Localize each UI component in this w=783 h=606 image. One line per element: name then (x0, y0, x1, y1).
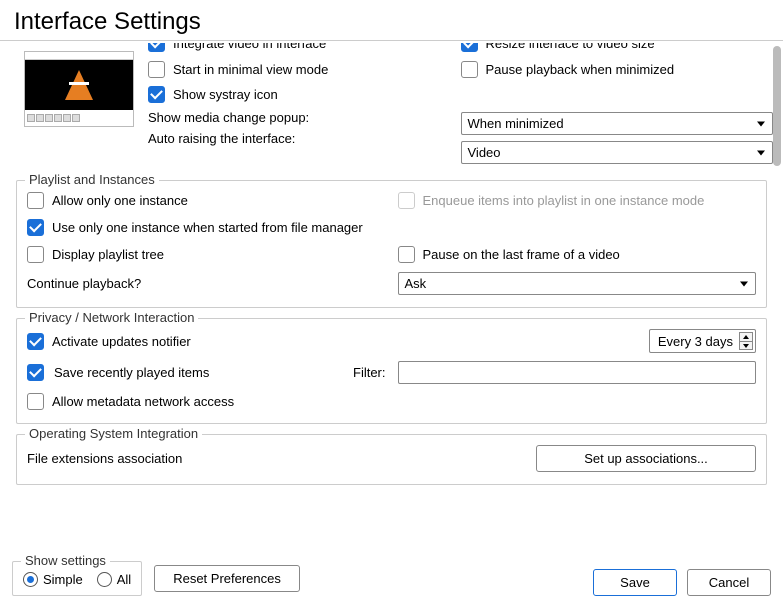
spinner-up-icon[interactable] (739, 332, 753, 341)
pause-last-frame-checkbox[interactable] (398, 246, 415, 263)
enqueue-label: Enqueue items into playlist in one insta… (423, 193, 705, 208)
auto-raise-label: Auto raising the interface: (148, 131, 402, 146)
privacy-group: Privacy / Network Interaction Activate u… (16, 318, 767, 424)
metadata-access-label: Allow metadata network access (52, 394, 234, 409)
spinner-down-icon[interactable] (739, 341, 753, 350)
updates-notifier-label: Activate updates notifier (52, 334, 191, 349)
show-settings-group: Show settings Simple All (12, 561, 142, 596)
pause-minimized-checkbox[interactable] (461, 61, 478, 78)
one-instance-checkbox[interactable] (27, 192, 44, 209)
save-recent-checkbox[interactable] (27, 364, 44, 381)
show-systray-checkbox[interactable] (148, 86, 165, 103)
page-title: Interface Settings (0, 0, 783, 41)
updates-interval-value: Every 3 days (658, 334, 733, 349)
integrate-video-label: Integrate video in interface (173, 43, 326, 51)
show-settings-title: Show settings (21, 553, 110, 568)
save-recent-label: Save recently played items (54, 365, 209, 380)
interface-preview-thumbnail (24, 51, 134, 127)
filter-input[interactable] (398, 361, 757, 384)
media-popup-label: Show media change popup: (148, 110, 402, 125)
file-extensions-label: File extensions association (27, 451, 182, 466)
playlist-tree-label: Display playlist tree (52, 247, 164, 262)
playlist-tree-checkbox[interactable] (27, 246, 44, 263)
show-settings-simple-radio[interactable] (23, 572, 38, 587)
media-popup-select[interactable]: When minimized (461, 112, 774, 135)
metadata-access-checkbox[interactable] (27, 393, 44, 410)
show-settings-all-label: All (117, 572, 131, 587)
resize-interface-checkbox[interactable] (461, 43, 478, 52)
enqueue-checkbox (398, 192, 415, 209)
os-integration-group-title: Operating System Integration (25, 426, 202, 441)
setup-associations-button[interactable]: Set up associations... (536, 445, 756, 472)
privacy-group-title: Privacy / Network Interaction (25, 310, 198, 325)
continue-playback-label: Continue playback? (27, 276, 386, 291)
filter-label: Filter: (353, 365, 386, 380)
start-minimal-checkbox[interactable] (148, 61, 165, 78)
integrate-video-checkbox[interactable] (148, 43, 165, 52)
start-minimal-label: Start in minimal view mode (173, 62, 328, 77)
show-settings-all-radio[interactable] (97, 572, 112, 587)
updates-notifier-checkbox[interactable] (27, 333, 44, 350)
playlist-group: Playlist and Instances Allow only one in… (16, 180, 767, 308)
updates-interval-spinner[interactable]: Every 3 days (649, 329, 756, 353)
pause-last-frame-label: Pause on the last frame of a video (423, 247, 620, 262)
os-integration-group: Operating System Integration File extens… (16, 434, 767, 485)
vlc-cone-icon (65, 70, 93, 100)
reset-preferences-button[interactable]: Reset Preferences (154, 565, 300, 592)
one-instance-fm-checkbox[interactable] (27, 219, 44, 236)
show-settings-simple-label: Simple (43, 572, 83, 587)
save-button[interactable]: Save (593, 569, 677, 596)
auto-raise-select[interactable]: Video (461, 141, 774, 164)
scrollbar[interactable] (773, 46, 781, 166)
playlist-group-title: Playlist and Instances (25, 172, 159, 187)
resize-interface-label: Resize interface to video size (486, 43, 655, 51)
show-systray-label: Show systray icon (173, 87, 278, 102)
continue-playback-select[interactable]: Ask (398, 272, 757, 295)
one-instance-label: Allow only one instance (52, 193, 188, 208)
one-instance-fm-label: Use only one instance when started from … (52, 220, 363, 235)
pause-minimized-label: Pause playback when minimized (486, 62, 675, 77)
cancel-button[interactable]: Cancel (687, 569, 771, 596)
